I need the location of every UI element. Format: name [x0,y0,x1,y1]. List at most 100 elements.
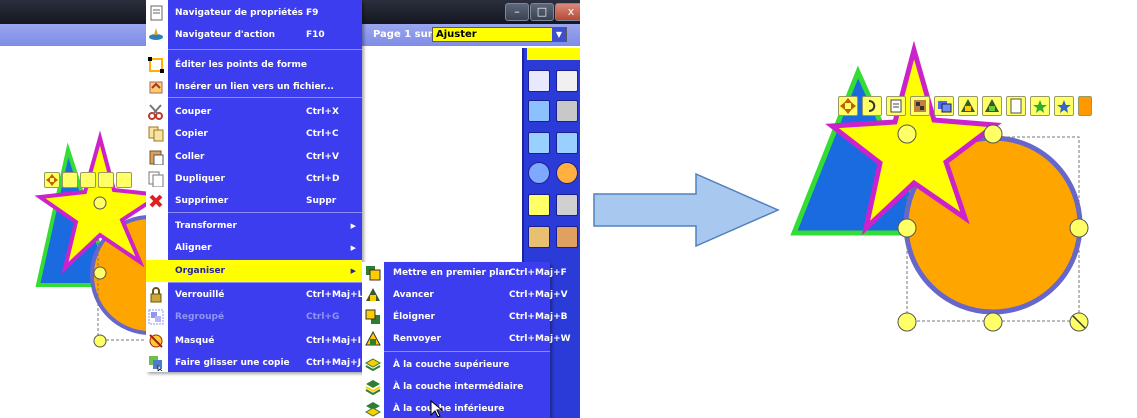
menu-item-shortcut: Ctrl+X [306,107,339,117]
menu-item-coller[interactable]: Coller Ctrl+V [146,146,362,168]
toolbar-more-icon[interactable] [1078,96,1092,116]
menu-item-inserer-un-lien-vers-un-fichier[interactable]: Insérer un lien vers un fichier... [146,76,362,98]
forward-arrow-icon[interactable] [556,132,578,154]
object-mini-toolbar [838,96,1096,116]
submenu-item-label: Renvoyer [393,334,441,344]
move-icon[interactable] [838,96,858,116]
submenu-item-a-la-couche-superieure[interactable]: À la couche supérieure [362,354,550,376]
selection-handle[interactable] [897,312,917,332]
menu-item-label: Supprimer [175,196,229,206]
resize-handle[interactable] [1069,312,1089,332]
document-icon[interactable] [1006,96,1026,116]
star-up-icon[interactable] [1030,96,1050,116]
menu-item-shortcut: Ctrl+Maj+L [306,290,364,300]
selection-handle[interactable] [93,196,107,210]
menu-item-label: Masqué [175,336,215,346]
menu-item-label: Organiser [175,266,225,276]
menu-item-navigateur-de-proprietes[interactable]: Navigateur de propriétés F9 [146,2,362,24]
zoom-select[interactable]: Ajuster ▼ [432,27,567,42]
selection-handle[interactable] [897,124,917,144]
rotate-icon[interactable] [62,172,78,188]
properties-icon [148,5,165,21]
menu-item-transformer[interactable]: Transformer ▶ [146,215,362,237]
menu-item-label: Faire glisser une copie [175,358,290,368]
menu-item-copier[interactable]: Copier Ctrl+C [146,123,362,145]
pattern-icon[interactable] [910,96,930,116]
hidden-icon [148,333,165,349]
menu-item-label: Navigateur de propriétés [175,8,304,18]
send-backward-icon[interactable] [982,96,1002,116]
menu-item-navigateur-d-action[interactable]: Navigateur d'action F10 [146,24,362,46]
pen-icon[interactable] [528,100,550,122]
selection-handle[interactable] [1069,218,1089,238]
submenu-item-a-la-couche-inferieure[interactable]: À la couche inférieure [362,398,550,418]
group-icon [148,309,165,325]
menu-item-masque[interactable]: Masqué Ctrl+Maj+I [146,330,362,352]
menu-item-supprimer[interactable]: Supprimer Suppr [146,190,362,212]
submenu-item-label: À la couche intermédiaire [393,382,524,392]
menu-item-verrouille[interactable]: Verrouillé Ctrl+Maj+L [146,284,364,306]
submenu-item-eloigner[interactable]: Éloigner Ctrl+Maj+B [362,306,568,328]
play-icon[interactable] [528,162,550,184]
properties-icon[interactable] [80,172,96,188]
rotate-icon[interactable] [862,96,882,116]
close-button[interactable]: x [555,3,580,21]
orange-circle-icon[interactable] [556,162,578,184]
delete-icon [148,193,165,209]
pattern-icon[interactable] [98,172,114,188]
document-icon[interactable] [528,70,550,92]
submenu-item-avancer[interactable]: Avancer Ctrl+Maj+V [362,284,568,306]
organiser-submenu: Mettre en premier plan Ctrl+Maj+F Avancer C… [362,262,571,418]
submenu-arrow-icon: ▶ [350,267,356,275]
transition-arrow [593,172,780,248]
bring-forward-icon[interactable] [958,96,978,116]
submenu-item-a-la-couche-intermediaire[interactable]: À la couche intermédiaire [362,376,550,398]
menu-item-organiser[interactable]: Organiser ▶ [146,260,362,282]
tool-palette-tab[interactable] [527,48,580,60]
move-icon[interactable] [44,172,60,188]
submenu-item-label: À la couche inférieure [393,404,505,414]
menu-separator [168,212,362,213]
menu-item-editer-les-points-de-forme[interactable]: Éditer les points de forme [146,54,362,76]
duplicate-icon [148,171,165,188]
bottom-layer-icon [364,401,382,417]
menu-item-shortcut: Ctrl+V [306,152,339,162]
send-backward-icon [365,309,381,325]
brush-icon[interactable] [556,226,578,248]
selection-handle[interactable] [983,312,1003,332]
chevron-down-icon[interactable]: ▼ [552,28,566,41]
pencil-icon[interactable] [528,226,550,248]
menu-item-regroupe[interactable]: Regroupé Ctrl+G [146,306,362,328]
menu-item-faire-glisser-une-copie[interactable]: Faire glisser une copie Ctrl+Maj+J [146,352,362,374]
bring-to-front-icon [365,265,381,281]
selection-handle[interactable] [983,124,1003,144]
select-arrow-icon[interactable] [528,194,550,216]
submenu-item-shortcut: Ctrl+Maj+V [509,290,568,300]
layer-icon[interactable] [116,172,132,188]
tools-icon[interactable] [556,194,578,216]
menu-item-couper[interactable]: Couper Ctrl+X [146,101,362,123]
menu-item-aligner[interactable]: Aligner ▶ [146,237,362,259]
selection-handle[interactable] [93,266,107,280]
selection-handle[interactable] [897,218,917,238]
properties-icon[interactable] [886,96,906,116]
submenu-item-mettre-en-premier-plan[interactable]: Mettre en premier plan Ctrl+Maj+F [362,262,567,284]
back-arrow-icon[interactable] [528,132,550,154]
selection-handle[interactable] [93,334,107,348]
menu-item-label: Regroupé [175,312,225,322]
scissors-icon [148,104,165,120]
submenu-item-renvoyer[interactable]: Renvoyer Ctrl+Maj+W [362,328,571,350]
layers-icon[interactable] [934,96,954,116]
maximize-button[interactable]: □ [530,3,554,21]
menu-item-label: Éditer les points de forme [175,60,307,70]
wrench-icon[interactable] [556,100,578,122]
star-down-icon[interactable] [1054,96,1074,116]
info-icon[interactable] [556,70,578,92]
menu-item-label: Aligner [175,243,212,253]
copy-icon [148,126,165,142]
minimize-button[interactable]: – [505,3,529,21]
menu-item-dupliquer[interactable]: Dupliquer Ctrl+D [146,168,362,190]
menu-item-shortcut: F9 [306,8,319,18]
zoom-select-value: Ajuster [436,29,477,40]
menu-separator [168,49,362,50]
